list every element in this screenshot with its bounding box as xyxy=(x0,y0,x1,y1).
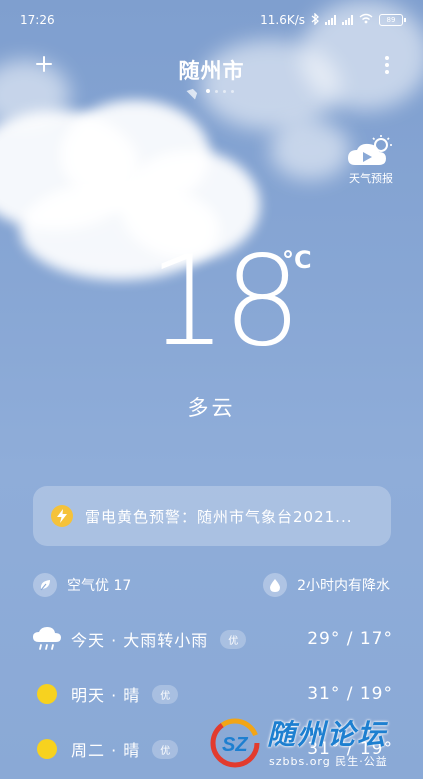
city-title[interactable]: 随州市 xyxy=(0,55,423,85)
network-speed: 11.6K/s xyxy=(260,13,305,27)
weather-video-icon xyxy=(348,135,392,165)
bluetooth-icon xyxy=(311,11,319,28)
info-row: 空气优 17 2小时内有降水 xyxy=(33,570,390,600)
aqi-badge: 优 xyxy=(152,739,179,759)
day-label: 今天 · 大雨转小雨 xyxy=(71,631,209,650)
page-dot xyxy=(231,89,234,93)
sun-icon xyxy=(37,739,57,759)
daily-row-tomorrow[interactable]: 明天 · 晴 优 31° / 19° xyxy=(33,677,393,711)
more-menu-button[interactable] xyxy=(385,56,389,74)
lightning-icon xyxy=(51,505,73,527)
day-label: 明天 · 晴 xyxy=(71,686,141,705)
precipitation-info[interactable]: 2小时内有降水 xyxy=(263,573,390,597)
location-arrow-icon xyxy=(186,82,204,100)
daily-row-today[interactable]: 今天 · 大雨转小雨 优 29° / 17° xyxy=(33,622,393,656)
air-quality[interactable]: 空气优 17 xyxy=(33,573,131,597)
watermark-title: 随州论坛 xyxy=(267,718,388,751)
current-temperature: 18 xyxy=(148,230,302,374)
aqi-badge: 优 xyxy=(152,684,179,704)
battery-icon: 89 xyxy=(379,14,406,26)
forecast-video-button[interactable]: 天气预报 xyxy=(341,134,401,186)
forum-watermark: SZ 随州论坛 szbbs.org 民生·公益 xyxy=(205,711,415,773)
signal-icon xyxy=(342,15,353,25)
page-dot xyxy=(215,89,218,93)
svg-text:SZ: SZ xyxy=(222,734,248,756)
weather-alert-card[interactable]: 雷电黄色预警：随州市气象台2021... xyxy=(33,486,391,546)
air-quality-text: 空气优 17 xyxy=(67,578,132,594)
day-label: 周二 · 晴 xyxy=(71,741,141,760)
precipitation-text: 2小时内有降水 xyxy=(297,578,390,594)
day-temperature: 29° / 17° xyxy=(307,629,393,649)
sun-icon xyxy=(37,684,57,704)
page-indicator xyxy=(0,82,423,100)
forum-logo-icon: SZ xyxy=(210,718,260,768)
aqi-badge: 优 xyxy=(220,629,247,649)
water-drop-icon xyxy=(263,573,288,597)
day-temperature: 31° / 19° xyxy=(307,684,393,704)
signal-icon xyxy=(325,15,336,25)
top-bar: 随州市 xyxy=(0,52,423,100)
status-time: 17:26 xyxy=(20,13,55,27)
temperature-unit: °C xyxy=(282,246,312,274)
alert-text: 雷电黄色预警：随州市气象台2021... xyxy=(85,507,353,526)
status-icons: 11.6K/s 89 xyxy=(260,11,406,28)
status-bar: 17:26 11.6K/s 89 xyxy=(0,0,423,40)
page-dot xyxy=(206,89,210,93)
forecast-video-label: 天气预报 xyxy=(349,172,393,185)
wifi-icon xyxy=(359,13,373,27)
battery-level: 89 xyxy=(386,16,396,24)
page-dot xyxy=(223,89,226,93)
current-condition: 多云 xyxy=(187,396,236,420)
rain-cloud-icon xyxy=(33,627,61,651)
watermark-subtitle: szbbs.org 民生·公益 xyxy=(269,755,388,768)
leaf-icon xyxy=(33,573,57,597)
